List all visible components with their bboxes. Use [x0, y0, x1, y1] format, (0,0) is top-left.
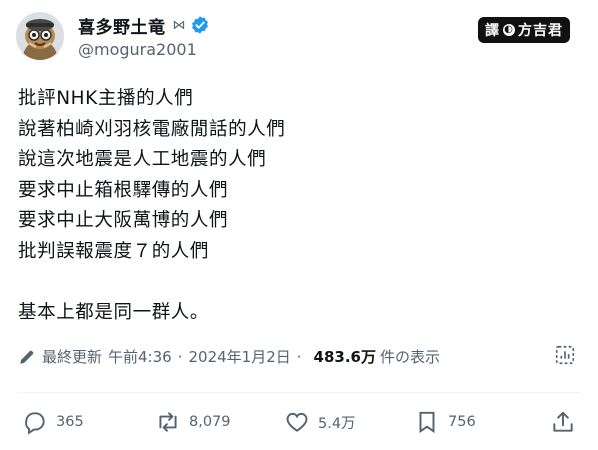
reply-button[interactable]: 365: [22, 409, 84, 435]
verified-badge-icon[interactable]: [190, 15, 210, 35]
bow-tie-badge-icon: ⋈: [172, 17, 186, 33]
divider: [18, 392, 580, 393]
reply-icon: [25, 412, 45, 435]
author-name-row: 喜多野土竜 ⋈: [78, 13, 210, 38]
watermark-name: 方吉君: [518, 23, 563, 39]
tweet-line: 說這次地震是人工地震的人們: [18, 149, 267, 170]
share-button[interactable]: [550, 409, 576, 435]
reply-count: 365: [56, 414, 84, 430]
tweet-line: 說著柏崎刈羽核電廠閒話的人們: [18, 118, 286, 140]
author-display-name[interactable]: 喜多野土竜: [78, 13, 166, 38]
tweet-line: 批評NHK主播的人們: [18, 88, 194, 109]
meta-separator: ·: [177, 347, 183, 366]
action-bar: 365 8,079 5.4万 756: [22, 407, 576, 437]
tweet-line: 批判誤報震度７的人們: [18, 240, 210, 262]
tweet-meta: 最終更新 午前4:36 · 2024年1月2日 · 483.6万 件の表示: [18, 346, 440, 367]
repost-icon: [159, 412, 177, 432]
translator-watermark: 譯 ◐ 方吉君: [478, 17, 570, 43]
like-button[interactable]: 5.4万: [284, 409, 356, 435]
author-handle[interactable]: @mogura2001: [78, 40, 197, 59]
avatar[interactable]: [16, 12, 64, 60]
share-icon: [553, 411, 573, 432]
tweet-time[interactable]: 午前4:36: [108, 346, 172, 367]
bookmark-icon: [419, 411, 435, 434]
edited-label[interactable]: 最終更新: [42, 346, 102, 367]
repost-button[interactable]: 8,079: [155, 409, 231, 435]
like-count: 5.4万: [318, 415, 356, 432]
view-analytics-icon[interactable]: [554, 344, 576, 366]
tweet-text: 批評NHK主播的人們 說著柏崎刈羽核電廠閒話的人們 說這次地震是人工地震的人們 …: [18, 84, 578, 328]
watermark-prefix: 譯: [485, 23, 500, 39]
tweet-line: 基本上都是同一群人。: [18, 301, 210, 323]
tweet-line: 要求中止大阪萬博的人們: [18, 210, 229, 231]
tweet-date[interactable]: 2024年1月2日: [188, 346, 290, 367]
views-count: 483.6万: [313, 348, 376, 366]
meta-separator: ·: [296, 347, 302, 366]
bookmark-button[interactable]: 756: [414, 409, 476, 435]
heart-icon: [286, 412, 308, 432]
watermark-mark-icon: ◐: [503, 24, 515, 36]
views-label: 件の表示: [379, 348, 440, 366]
edit-pencil-icon[interactable]: [18, 348, 36, 366]
tweet-line: 要求中止箱根驛傳的人們: [18, 179, 229, 201]
repost-count: 8,079: [189, 414, 231, 430]
bookmark-count: 756: [448, 414, 476, 430]
